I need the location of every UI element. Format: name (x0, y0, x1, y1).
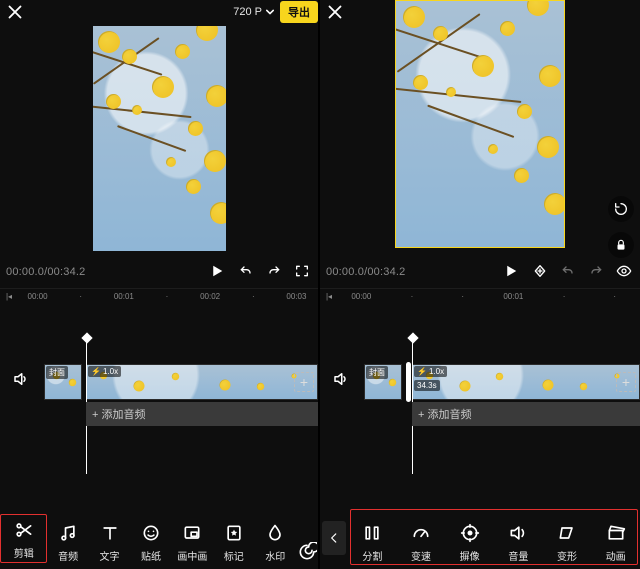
bookmark-icon (223, 522, 245, 544)
tool-audio[interactable]: 音频 (47, 522, 88, 563)
cover-clip[interactable]: 封面 (44, 364, 82, 400)
tool-watermark[interactable]: 水印 (255, 522, 296, 563)
tool-sticker[interactable]: 贴纸 (130, 522, 171, 563)
skew-icon (556, 522, 578, 544)
close-icon[interactable] (4, 1, 26, 23)
text-icon (99, 522, 121, 544)
add-clip-button[interactable]: + (294, 372, 314, 392)
tool-volume[interactable]: 音量 (494, 522, 543, 563)
undo-icon[interactable] (238, 263, 254, 282)
split-icon (361, 522, 383, 544)
jump-start-icon[interactable]: |◂ (2, 292, 16, 301)
volume-icon (507, 522, 529, 544)
resolution-selector[interactable]: 720 P (233, 6, 274, 18)
cover-tag: 封面 (46, 366, 68, 379)
add-audio-track[interactable]: + 添加音频 (86, 402, 318, 426)
lock-icon[interactable] (608, 232, 634, 258)
bottom-toolbar: 剪辑 音频 文字 贴纸 画中画 标记 水印 (0, 503, 318, 563)
transport-controls: 00:00.0/00:34.2 (320, 258, 640, 286)
music-note-icon (57, 522, 79, 544)
timeline-ruler[interactable]: |◂ 00:00 ·· 00:01 ·· (320, 288, 640, 304)
tool-pip[interactable]: 画中画 (172, 522, 213, 563)
mute-icon[interactable] (12, 370, 30, 391)
jump-start-icon[interactable]: |◂ (322, 292, 336, 301)
tool-capture[interactable]: 摒像 (445, 522, 494, 563)
tool-warp[interactable]: 变形 (543, 522, 592, 563)
tool-tempo[interactable]: 变速 (397, 522, 446, 563)
aperture-icon (459, 522, 481, 544)
duration-tag: 34.3s (414, 380, 440, 391)
clapper-icon (605, 522, 627, 544)
eye-icon[interactable] (616, 263, 632, 282)
redo-icon[interactable] (588, 263, 604, 282)
tool-text[interactable]: 文字 (89, 522, 130, 563)
tool-more[interactable] (296, 541, 318, 563)
bottom-toolbar: 分割 变速 摒像 音量 变形 动画 (320, 503, 640, 563)
export-button[interactable]: 导出 (280, 1, 318, 23)
tool-cut[interactable]: 剪辑 (0, 514, 47, 563)
timeline-tracks: 封面 ⚡ 1.0x 34.3s + + 添加音频 (320, 340, 640, 450)
cover-clip[interactable]: 封面 (364, 364, 402, 400)
video-clip-selected[interactable]: ⚡ 1.0x 34.3s + (412, 364, 640, 400)
add-audio-track[interactable]: + 添加音频 (412, 402, 640, 426)
close-icon[interactable] (324, 1, 346, 23)
smiley-icon (140, 522, 162, 544)
droplet-icon (264, 522, 286, 544)
tool-split[interactable]: 分割 (348, 522, 397, 563)
cover-tag: 封面 (366, 366, 388, 379)
video-preview[interactable] (93, 26, 226, 251)
time-display: 00:00.0/00:34.2 (326, 266, 405, 278)
tool-anim[interactable]: 动画 (591, 522, 640, 563)
mute-icon[interactable] (332, 370, 350, 391)
header: 720 P 导出 (0, 0, 318, 24)
keyframe-icon[interactable] (532, 263, 548, 282)
add-clip-button[interactable]: + (616, 372, 636, 392)
transport-controls: 00:00.0/00:34.2 (0, 258, 318, 286)
redo-icon[interactable] (266, 263, 282, 282)
clip-handle[interactable] (406, 362, 411, 402)
rotate-icon[interactable] (608, 196, 634, 222)
resolution-label: 720 P (233, 6, 262, 18)
time-display: 00:00.0/00:34.2 (6, 266, 85, 278)
timeline-tracks: 封面 ⚡ 1.0x + + 添加音频 (0, 340, 318, 450)
video-clip[interactable]: ⚡ 1.0x + (86, 364, 318, 400)
video-preview[interactable] (395, 0, 565, 248)
timeline-ruler[interactable]: |◂ 00:00 · 00:01 · 00:02 · 00:03 (0, 288, 318, 304)
speed-icon (410, 522, 432, 544)
tool-mark[interactable]: 标记 (213, 522, 254, 563)
scissors-icon (13, 519, 35, 541)
play-icon[interactable] (208, 262, 226, 283)
editor-right-pane: 00:00.0/00:34.2 |◂ 00:00 ·· 00:01 ·· 封面 (320, 0, 640, 569)
undo-icon[interactable] (560, 263, 576, 282)
spiral-icon (296, 541, 318, 563)
speed-tag: ⚡ 1.0x (414, 366, 447, 377)
editor-left-pane: 720 P 导出 00:00.0/00:34.2 (0, 0, 318, 569)
play-icon[interactable] (502, 262, 520, 283)
fullscreen-icon[interactable] (294, 263, 310, 282)
pip-icon (181, 522, 203, 544)
speed-tag: ⚡ 1.0x (88, 366, 121, 377)
